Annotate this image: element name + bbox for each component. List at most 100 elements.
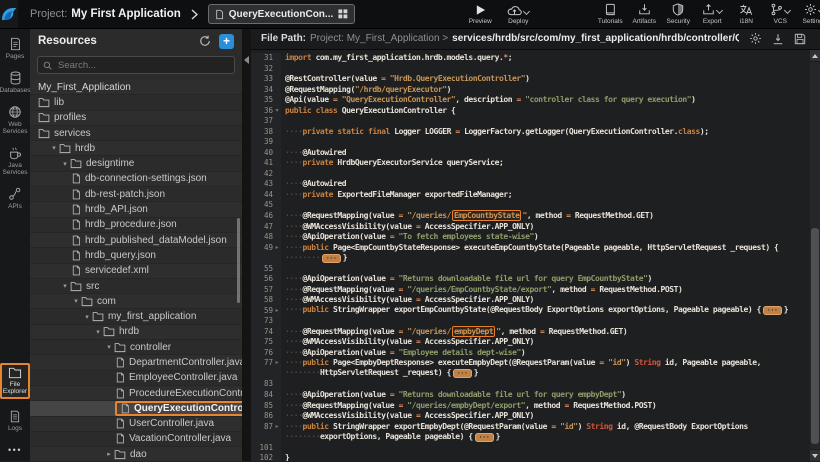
folded-code-widget[interactable]: ··· [763,306,782,315]
add-resource-button[interactable]: + [219,34,234,49]
tree-item-hrdb-published-datamodel-json[interactable]: hrdb_published_dataModel.json [30,233,242,248]
cloud-upload-icon [507,4,522,16]
deploy-button[interactable]: Deploy [501,4,535,25]
code-token: @WMAccessVisibility(value [302,295,416,304]
code-text: ····public StringWrapper exportEmpCountb… [281,305,788,317]
grid-icon[interactable] [338,9,348,19]
artifacts-button[interactable]: Artifacts [627,3,661,25]
folded-code-widget[interactable]: ··· [453,369,472,378]
tutorials-button[interactable]: Tutorials [593,3,627,25]
sidebar-item-apis[interactable]: APIs [0,187,30,210]
tree-item-label: my_first_application [108,311,196,322]
project-switcher[interactable]: Project: My First Application [30,8,181,20]
tree-item-hrdb-query-json[interactable]: hrdb_query.json [30,248,242,263]
search-input[interactable] [56,59,229,72]
scroll-up-arrow[interactable] [810,50,820,62]
tab-query-execution-controller[interactable]: QueryExecutionCon... [208,4,355,24]
code-editor[interactable]: 31import com.my_first_application.hrdb.m… [251,50,810,461]
line-number: 74 [251,327,273,338]
code-text: ····private HrdbQueryExecutorService que… [281,158,503,169]
more-menu-button[interactable]: ••• [8,445,22,455]
tree-item-queryexecutioncontroller-java[interactable]: QueryExecutionController.java [30,401,242,416]
tree-item-my-first-application[interactable]: My_First_Application [30,80,242,95]
tree-item-my-first-application[interactable]: ▾ my_first_application [30,309,242,324]
sidebar-item-java-services[interactable]: Java Services [0,146,30,176]
security-button[interactable]: Security [661,3,695,25]
file-icon [71,219,81,230]
code-line-32: 32 [251,64,810,75]
preview-button[interactable]: Preview [463,4,497,25]
code-token: , method [551,285,590,294]
tree-item-controller[interactable]: ▾controller [30,340,242,355]
tree-item-employeecontroller-java[interactable]: EmployeeController.java [30,371,242,386]
tree-item-services[interactable]: services [30,126,242,141]
editor-scrollbar-thumb[interactable] [811,228,819,444]
refresh-icon[interactable] [199,35,211,47]
tree-item-db-connection-settings-json[interactable]: db-connection-settings.json [30,172,242,187]
expander-open-icon[interactable]: ▾ [71,297,81,305]
code-line-35: 35@Api(value = "QueryExecutionController… [251,95,810,106]
editor-scrollbar[interactable] [810,50,820,461]
sidebar-item-file-explorer[interactable]: File Explorer [0,363,30,399]
vcs-button[interactable]: VCS [763,3,797,25]
tree-scrollbar-thumb[interactable] [237,218,240,303]
editor-settings-gear-icon[interactable] [749,32,762,45]
folded-code-widget[interactable]: ··· [475,433,494,442]
tree-item-designtime[interactable]: ▾designtime [30,156,242,171]
folded-code-widget[interactable]: ··· [322,254,341,263]
code-token: ···· [285,158,302,167]
tree-item-servicedef-xml[interactable]: servicedef.xml [30,264,242,279]
tree-item-db-rest-patch-json[interactable]: db-rest-patch.json [30,187,242,202]
expander-open-icon[interactable]: ▾ [93,328,103,336]
expander-open-icon[interactable]: ▾ [60,282,70,290]
folder-icon [103,326,115,337]
tree-item-com[interactable]: ▾com [30,294,242,309]
scroll-down-arrow[interactable] [810,449,820,461]
tree-item-src[interactable]: ▾src [30,279,242,294]
i18n-button[interactable]: i18N [729,3,763,25]
sidebar-item-pages[interactable]: Pages [0,37,30,60]
sidebar-item-databases[interactable]: Databases [0,71,30,94]
tree-item-hrdb-procedure-json[interactable]: hrdb_procedure.json [30,218,242,233]
code-line-102: 102} [251,453,810,461]
expander-open-icon[interactable]: ▾ [49,144,59,152]
tree-item-hrdb[interactable]: ▾hrdb [30,325,242,340]
chevron-down-icon [523,7,530,14]
panel-resizer[interactable] [243,28,251,461]
expander-open-icon[interactable]: ▾ [60,160,70,168]
settings-button[interactable]: Settings [797,3,820,25]
fold-closed-icon[interactable]: ▸ [273,358,281,369]
expander-open-icon[interactable]: ▾ [104,343,114,351]
left-sidebar: Pages Databases Web Services Java Servic… [0,28,30,461]
folder-icon [114,342,126,353]
collapse-panel-icon[interactable] [244,56,249,64]
fold-closed-icon[interactable]: ▸ [273,306,281,317]
expander-open-icon[interactable]: ▾ [82,313,92,321]
app-logo[interactable] [0,0,18,28]
selected-file-highlight[interactable]: QueryExecutionController.java [115,401,242,416]
expander-closed-icon[interactable]: ▸ [104,450,114,458]
save-icon[interactable] [794,33,806,45]
sidebar-item-logs[interactable]: Logs [0,410,30,432]
code-text: ····@RequestMapping(value = "/queries/Em… [281,211,653,222]
fold-closed-icon[interactable]: ▸ [273,422,281,433]
tree-item-profiles[interactable]: profiles [30,111,242,126]
download-file-icon[interactable] [772,33,784,45]
tree-item-lib[interactable]: lib [30,95,242,110]
export-button[interactable]: Export [695,3,729,25]
tree-item-vacationcontroller-java[interactable]: VacationController.java [30,432,242,447]
tree-item-usercontroller-java[interactable]: UserController.java [30,417,242,432]
tree-item-hrdb[interactable]: ▾hrdb [30,141,242,156]
code-token: @ApiOperation(value [302,274,389,283]
tree-item-departmentcontroller-java[interactable]: DepartmentController.java [30,355,242,370]
code-token: class [316,106,338,115]
gutter-spacer [273,411,281,422]
sidebar-item-web-services[interactable]: Web Services [0,105,30,135]
tree-item-dao[interactable]: ▸dao [30,447,242,462]
code-token: public [302,422,328,431]
code-token: } [784,305,788,314]
fold-closed-icon[interactable]: ▸ [273,243,281,254]
fold-open-icon[interactable]: ▾ [273,106,281,117]
tree-item-hrdb-api-json[interactable]: hrdb_API.json [30,202,242,217]
tree-item-procedureexecutioncontroller-java[interactable]: ProcedureExecutionController.java [30,386,242,401]
